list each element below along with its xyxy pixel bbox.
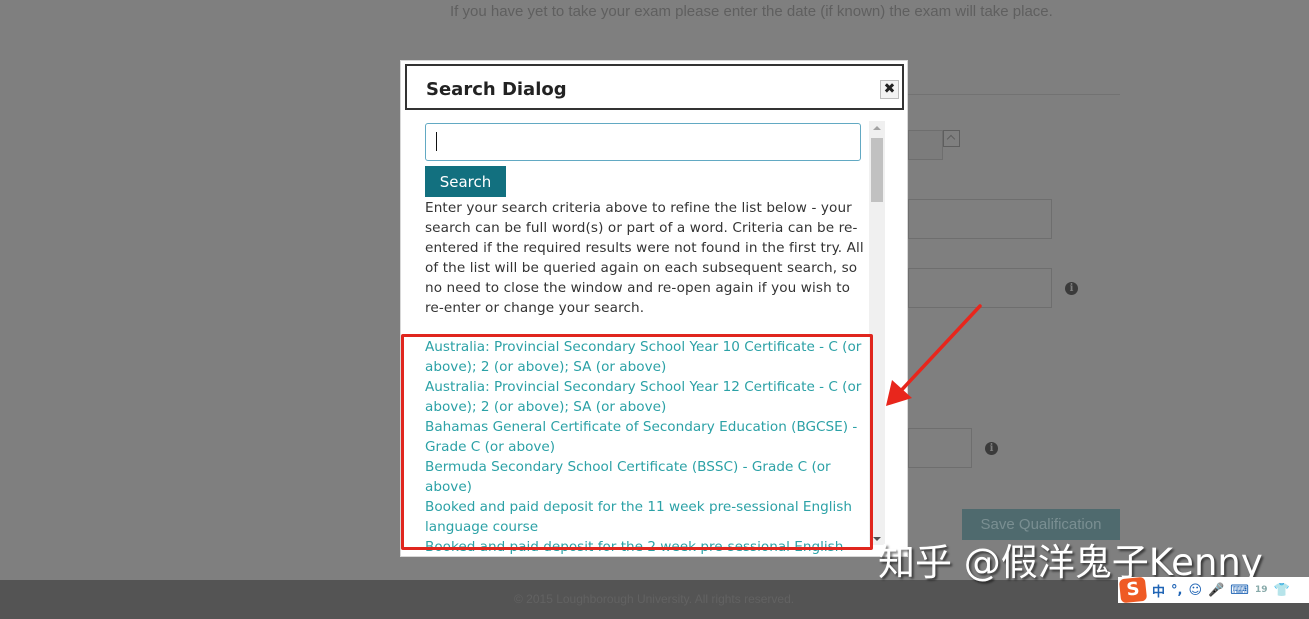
emoji-icon[interactable]: ☺ xyxy=(1188,583,1202,598)
qualification-field-2[interactable] xyxy=(908,268,1052,308)
search-dialog: Search Dialog ✖ Search Enter your search… xyxy=(400,60,908,557)
search-button[interactable]: Search xyxy=(425,166,506,197)
dialog-body: Search Enter your search criteria above … xyxy=(401,121,871,556)
section-divider xyxy=(908,94,1120,95)
results-list: Australia: Provincial Secondary School Y… xyxy=(425,337,870,556)
qualification-field-3[interactable] xyxy=(908,428,972,468)
search-instructions: Enter your search criteria above to refi… xyxy=(425,200,864,316)
info-icon[interactable]: i xyxy=(985,442,998,455)
dialog-header: Search Dialog ✖ xyxy=(405,64,904,110)
skin-shirt-icon[interactable]: 👕 xyxy=(1274,583,1290,598)
qualification-field-1[interactable] xyxy=(908,199,1052,239)
exam-date-field[interactable] xyxy=(908,130,943,160)
sogou-logo-icon[interactable]: S xyxy=(1118,576,1148,604)
copyright-text: © 2015 Loughborough University. All righ… xyxy=(514,592,795,606)
chevron-up-icon[interactable] xyxy=(943,130,960,147)
scroll-thumb[interactable] xyxy=(871,138,883,202)
user-icon[interactable]: 19 xyxy=(1255,585,1268,595)
exam-date-instruction: If you have yet to take your exam please… xyxy=(450,3,1053,20)
result-item[interactable]: Bahamas General Certificate of Secondary… xyxy=(425,417,870,457)
ime-toolbar: S 中 °, ☺ 🎤 ⌨ 19 👕 xyxy=(1118,576,1309,604)
microphone-icon[interactable]: 🎤 xyxy=(1208,583,1224,598)
punctuation-icon[interactable]: °, xyxy=(1171,583,1182,598)
keyboard-icon[interactable]: ⌨ xyxy=(1230,583,1249,598)
search-input[interactable] xyxy=(425,123,861,161)
result-item[interactable]: Booked and paid deposit for the 11 week … xyxy=(425,497,870,537)
result-item[interactable]: Australia: Provincial Secondary School Y… xyxy=(425,337,870,377)
result-item[interactable]: Australia: Provincial Secondary School Y… xyxy=(425,377,870,417)
text-cursor xyxy=(436,132,437,151)
result-item[interactable]: Bermuda Secondary School Certificate (BS… xyxy=(425,457,870,497)
chinese-mode-icon[interactable]: 中 xyxy=(1152,581,1165,600)
scroll-up-arrow-icon[interactable] xyxy=(873,126,881,130)
close-icon[interactable]: ✖ xyxy=(880,80,899,99)
result-item[interactable]: Booked and paid deposit for the 2 week p… xyxy=(425,537,870,556)
dialog-scrollbar[interactable] xyxy=(869,121,885,545)
info-icon[interactable]: i xyxy=(1065,282,1078,295)
dialog-title: Search Dialog xyxy=(426,79,567,100)
